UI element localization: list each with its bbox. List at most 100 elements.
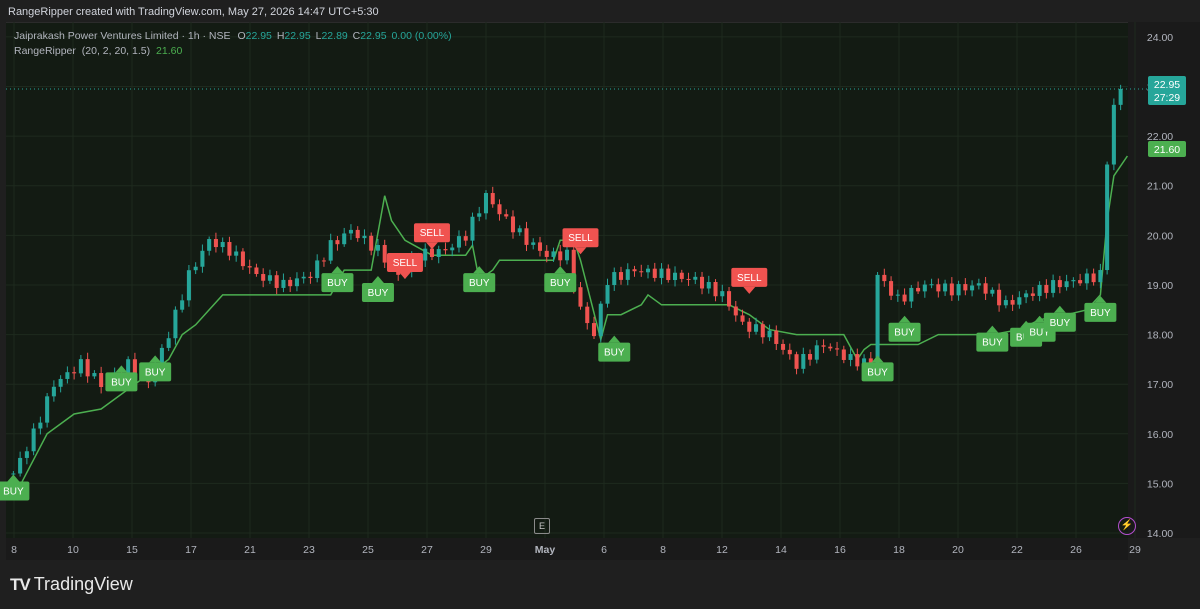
indicator-badge: 21.60 [1148, 141, 1186, 157]
candle-body [11, 473, 16, 475]
candle-body [700, 276, 705, 289]
candle-body [335, 240, 340, 245]
candle-body [808, 354, 813, 360]
candle-body [1051, 280, 1056, 293]
time-tick-label: 25 [362, 544, 374, 556]
time-tick-label: 14 [775, 544, 787, 556]
candle-body [916, 287, 921, 292]
price-tick-label: 19.00 [1147, 280, 1173, 292]
candle-body [976, 283, 981, 286]
candle-body [936, 284, 941, 292]
price-tick-label: 21.00 [1147, 181, 1173, 193]
time-tick-label: 17 [185, 544, 197, 556]
indicator-value: 21.60 [156, 45, 183, 57]
legend-indicator-row: RangeRipper (20, 2, 20, 1.5) 21.60 [14, 44, 452, 59]
price-chart[interactable]: BUY BUY BUY BUY BUY SELL SELL BUY BUY SELL BUY SELL… [0, 22, 1200, 560]
candle-body [612, 272, 617, 286]
candle-body [997, 289, 1002, 306]
candle-body [828, 346, 833, 349]
candle-body [1084, 273, 1089, 284]
candle-body [207, 239, 212, 251]
time-tick-label: 23 [303, 544, 315, 556]
high-value: 22.95 [284, 30, 311, 42]
buy-signal-label: BUY [550, 278, 571, 289]
candle-body [227, 242, 232, 256]
time-tick-label: 29 [480, 544, 492, 556]
bolt-icon[interactable]: ⚡ [1118, 517, 1136, 535]
candle-body [652, 268, 657, 278]
candle-body [531, 242, 536, 245]
indicator-params: (20, 2, 20, 1.5) [81, 45, 151, 57]
events-button[interactable]: E [534, 518, 550, 534]
candle-body [537, 242, 543, 251]
time-tick-label: 8 [660, 544, 666, 556]
candle-body [267, 275, 272, 281]
price-badge: 22.95 27:29 [1148, 76, 1186, 105]
candle-body [882, 274, 887, 282]
candle-body [760, 324, 765, 338]
candle-body [1010, 300, 1015, 305]
candle-body [781, 343, 786, 350]
time-tick-label: 18 [893, 544, 905, 556]
price-tick-label: 20.00 [1147, 230, 1173, 242]
candle-body [477, 213, 482, 217]
candle-body [78, 359, 83, 374]
candle-body [929, 284, 934, 286]
indicator-name[interactable]: RangeRipper [14, 45, 76, 57]
candle-body [922, 284, 927, 292]
time-tick-label: 15 [126, 544, 138, 556]
candle-body [369, 235, 374, 251]
sell-signal-label: SELL [393, 258, 418, 269]
candle-body [632, 269, 637, 272]
candle-body [1111, 104, 1116, 165]
candle-body [456, 236, 462, 248]
legend-symbol-row: Jaiprakash Power Ventures Limited · 1h ·… [14, 29, 452, 44]
candle-body [618, 272, 624, 280]
candle-body [463, 236, 468, 241]
candle-body [774, 330, 779, 344]
candle-body [956, 284, 961, 296]
price-badge-price: 22.95 [1154, 79, 1180, 91]
time-tick-label: 12 [716, 544, 728, 556]
candle-body [672, 272, 678, 281]
candle-body [294, 278, 299, 287]
candle-body [889, 281, 894, 296]
buy-signal-label: BUY [604, 348, 625, 359]
time-tick-label: 20 [952, 544, 964, 556]
candle-body [382, 244, 387, 263]
brand-name: TradingView [33, 574, 133, 594]
candle-body [754, 324, 759, 332]
candle-body [544, 250, 549, 257]
candle-body [193, 266, 198, 271]
candle-body [58, 378, 63, 387]
candle-body [902, 294, 907, 302]
candle-body [72, 372, 77, 374]
candle-body [254, 267, 259, 275]
candle-body [848, 354, 853, 360]
candle-body [180, 300, 185, 310]
tradingview-logo-icon: TV [10, 574, 31, 594]
candle-body [1030, 293, 1035, 296]
change-value: 0.00 (0.00%) [391, 30, 452, 42]
candle-body [1071, 280, 1076, 282]
candle-body [963, 284, 968, 291]
tradingview-brand[interactable]: TV TradingView [10, 574, 133, 595]
candle-body [281, 279, 286, 288]
candle-body [659, 268, 664, 278]
candle-body [429, 248, 434, 257]
open-label: O [237, 30, 246, 42]
candle-body [949, 283, 954, 296]
price-tick-label: 17.00 [1147, 379, 1173, 391]
candle-body [591, 323, 597, 337]
candle-body [585, 306, 590, 324]
candle-body [1105, 164, 1110, 271]
sell-signal-label: SELL [737, 273, 762, 284]
candle-body [328, 240, 333, 261]
candle-body [301, 276, 306, 279]
time-tick-label: 10 [67, 544, 79, 556]
price-tick-label: 14.00 [1147, 528, 1173, 540]
symbol-name[interactable]: Jaiprakash Power Ventures Limited · 1h ·… [14, 30, 231, 42]
candle-body [720, 291, 725, 297]
candle-body [983, 283, 988, 294]
candle-body [517, 228, 522, 233]
